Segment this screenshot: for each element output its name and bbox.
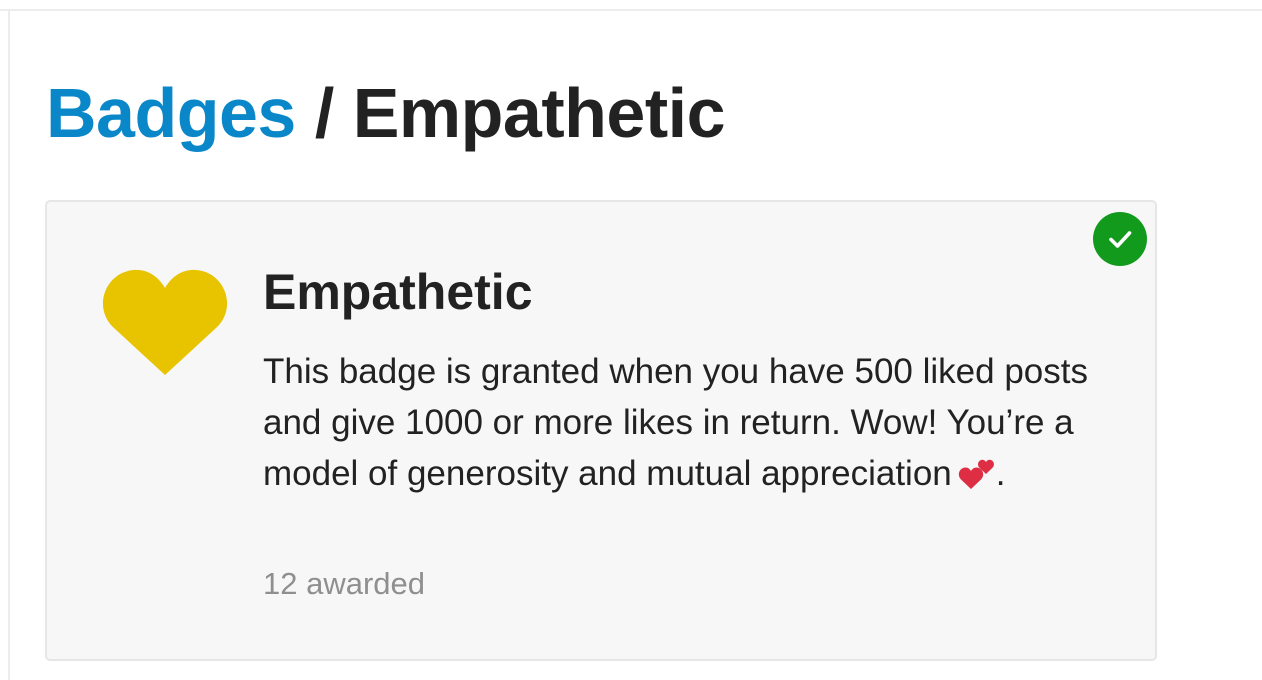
badge-description-end: . — [995, 454, 1006, 493]
badge-granted-indicator — [1093, 212, 1147, 266]
heart-icon — [102, 269, 228, 375]
two-hearts-icon — [958, 459, 994, 489]
top-divider — [0, 9, 1262, 11]
breadcrumb: Badges / Empathetic — [46, 70, 726, 156]
check-icon — [1109, 231, 1132, 248]
badge-description: This badge is granted when you have 500 … — [263, 346, 1093, 499]
badge-title: Empathetic — [263, 264, 533, 320]
page-title: Empathetic — [352, 74, 726, 152]
breadcrumb-separator: / — [314, 74, 334, 152]
badge-card: Empathetic This badge is granted when yo… — [45, 200, 1157, 661]
award-count[interactable]: 12 awarded — [263, 564, 425, 604]
left-divider — [8, 10, 10, 680]
breadcrumb-badges-link[interactable]: Badges — [46, 74, 296, 152]
